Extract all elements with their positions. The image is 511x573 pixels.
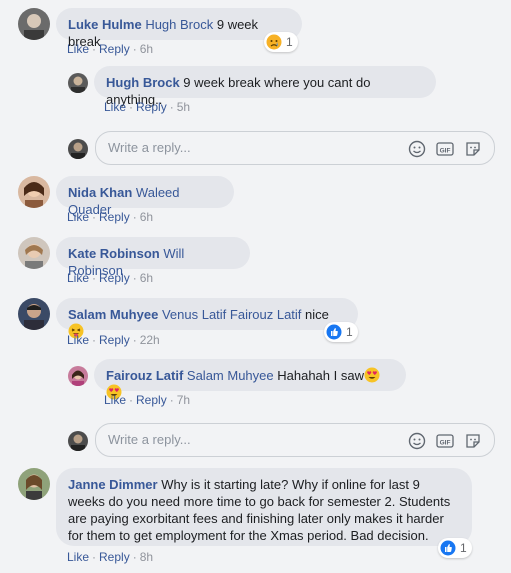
- sticker-icon[interactable]: [464, 432, 482, 450]
- comment-actions: Like · Reply · 8h: [67, 550, 154, 564]
- like-link[interactable]: Like: [104, 393, 126, 407]
- comment-author[interactable]: Nida Khan: [68, 185, 132, 200]
- comment-author[interactable]: Kate Robinson: [68, 246, 160, 261]
- reply-link[interactable]: Reply: [99, 550, 130, 564]
- gif-icon[interactable]: GIF: [436, 432, 454, 450]
- reply-link[interactable]: Reply: [99, 271, 130, 285]
- comment-bubble: Fairouz Latif Salam Muhyee Hahahah I saw: [94, 359, 406, 400]
- comment-bubble: Kate Robinson Will Robinson: [56, 237, 250, 278]
- reply-link[interactable]: Reply: [136, 100, 167, 114]
- timestamp[interactable]: 6h: [140, 271, 153, 285]
- reaction-badge[interactable]: 1: [438, 538, 472, 558]
- avatar[interactable]: [18, 468, 50, 500]
- timestamp[interactable]: 7h: [177, 393, 190, 407]
- comment-actions: Like · Reply · 7h: [104, 393, 191, 407]
- comment-actions: Like · Reply · 6h: [67, 42, 154, 56]
- comment-bubble: Hugh Brock 9 week break where you cant d…: [94, 66, 436, 107]
- avatar[interactable]: [68, 366, 88, 386]
- reply-link[interactable]: Reply: [136, 393, 167, 407]
- smiley-icon[interactable]: [408, 432, 426, 450]
- smiley-icon[interactable]: [408, 140, 426, 158]
- reply-link[interactable]: Reply: [99, 42, 130, 56]
- comment-author[interactable]: Hugh Brock: [106, 75, 180, 90]
- comment-author[interactable]: Fairouz Latif: [106, 368, 183, 383]
- reaction-count: 1: [286, 35, 293, 49]
- like-link[interactable]: Like: [104, 100, 126, 114]
- avatar[interactable]: [68, 73, 88, 93]
- reply-link[interactable]: Reply: [99, 333, 130, 347]
- timestamp[interactable]: 22h: [140, 333, 160, 347]
- avatar[interactable]: [18, 176, 50, 208]
- timestamp[interactable]: 6h: [140, 42, 153, 56]
- comment-tag[interactable]: Hugh Brock: [145, 17, 213, 32]
- comment-author[interactable]: Salam Muhyee: [68, 307, 158, 322]
- timestamp[interactable]: 6h: [140, 210, 153, 224]
- avatar[interactable]: [18, 237, 50, 269]
- avatar[interactable]: [18, 8, 50, 40]
- sticker-icon[interactable]: [464, 140, 482, 158]
- like-link[interactable]: Like: [67, 271, 89, 285]
- like-reaction-icon: [440, 540, 456, 556]
- svg-text:GIF: GIF: [440, 147, 451, 154]
- reply-placeholder: Write a reply...: [108, 140, 191, 155]
- svg-text:GIF: GIF: [440, 439, 451, 446]
- comment-tag[interactable]: Salam Muhyee: [187, 368, 274, 383]
- comment-author[interactable]: Luke Hulme: [68, 17, 142, 32]
- comment-bubble: Nida Khan Waleed Quader: [56, 176, 234, 217]
- like-link[interactable]: Like: [67, 42, 89, 56]
- avatar: [68, 431, 88, 451]
- comment-bubble: Janne Dimmer Why is it starting late? Wh…: [56, 468, 472, 546]
- reply-placeholder: Write a reply...: [108, 432, 191, 447]
- reaction-count: 1: [460, 541, 467, 555]
- comment-actions: Like · Reply · 6h: [67, 271, 154, 285]
- avatar[interactable]: [18, 298, 50, 330]
- comment-tag[interactable]: Venus Latif Fairouz Latif: [162, 307, 301, 322]
- heart-eyes-emoji: [364, 367, 380, 383]
- comment-text: nice: [301, 307, 329, 322]
- sad-reaction-icon: [266, 34, 282, 50]
- reply-link[interactable]: Reply: [99, 210, 130, 224]
- reply-input[interactable]: Write a reply... GIF: [95, 131, 495, 165]
- comment-bubble: Salam Muhyee Venus Latif Fairouz Latif n…: [56, 298, 358, 339]
- comment-actions: Like · Reply · 5h: [104, 100, 191, 114]
- like-reaction-icon: [326, 324, 342, 340]
- like-link[interactable]: Like: [67, 550, 89, 564]
- like-link[interactable]: Like: [67, 210, 89, 224]
- reaction-badge[interactable]: 1: [264, 32, 298, 52]
- gif-icon[interactable]: GIF: [436, 140, 454, 158]
- comment-author[interactable]: Janne Dimmer: [68, 477, 158, 492]
- reaction-badge[interactable]: 1: [324, 322, 358, 342]
- reply-input[interactable]: Write a reply... GIF: [95, 423, 495, 457]
- comment-text: Hahahah I saw: [273, 368, 364, 383]
- reaction-count: 1: [346, 325, 353, 339]
- like-link[interactable]: Like: [67, 333, 89, 347]
- timestamp[interactable]: 8h: [140, 550, 153, 564]
- timestamp[interactable]: 5h: [177, 100, 190, 114]
- comment-actions: Like · Reply · 6h: [67, 210, 154, 224]
- comment-actions: Like · Reply · 22h: [67, 333, 160, 347]
- avatar: [68, 139, 88, 159]
